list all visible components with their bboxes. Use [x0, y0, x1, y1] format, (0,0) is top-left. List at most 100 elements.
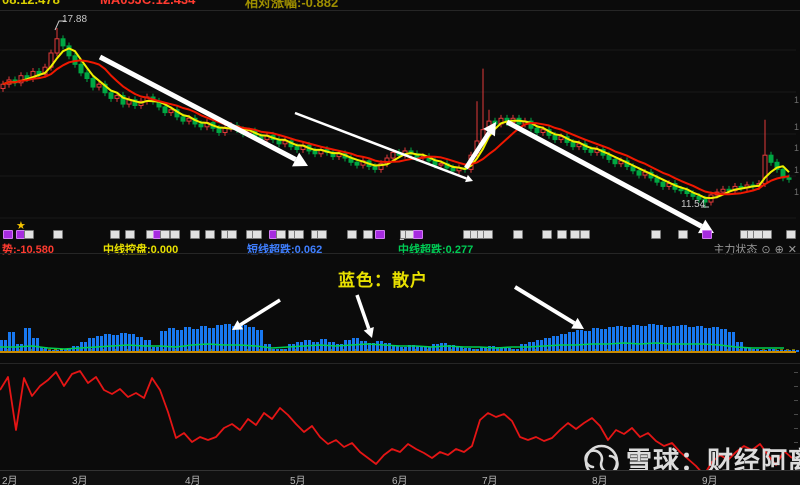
white-marker-icon[interactable]	[347, 230, 357, 239]
candle-body	[168, 109, 174, 114]
retail-bar	[676, 326, 679, 352]
month-axis: 2月 3月 4月 5月 6月 7月 8月 9月	[0, 470, 800, 485]
white-marker-icon[interactable]	[24, 230, 34, 239]
retail-bar	[720, 329, 723, 352]
trend-arrow	[98, 54, 297, 162]
retail-bar	[672, 326, 675, 352]
retail-bar	[520, 344, 523, 352]
candle-body	[390, 151, 396, 159]
trend-arrow	[355, 294, 371, 330]
white-marker-icon[interactable]	[317, 230, 327, 239]
candle-body	[66, 45, 72, 57]
white-marker-icon[interactable]	[227, 230, 237, 239]
white-marker-icon[interactable]	[651, 230, 661, 239]
retail-bar	[36, 338, 39, 352]
retail-bar	[604, 329, 607, 352]
trend-arrow	[513, 285, 576, 325]
retail-bar	[328, 342, 331, 352]
candle-body	[78, 63, 84, 74]
retail-bar	[588, 331, 591, 352]
white-marker-icon[interactable]	[580, 230, 590, 239]
candle-body	[354, 161, 360, 166]
white-marker-icon[interactable]	[190, 230, 200, 239]
white-marker-icon[interactable]	[252, 230, 262, 239]
bottom-axis-tick	[794, 414, 798, 415]
retail-bar	[228, 324, 231, 352]
purple-marker-icon[interactable]	[3, 230, 13, 239]
white-marker-icon[interactable]	[483, 230, 493, 239]
candle-body	[438, 163, 444, 166]
candle-body	[114, 95, 120, 99]
white-marker-icon[interactable]	[363, 230, 373, 239]
retail-bar	[728, 332, 731, 352]
white-marker-icon[interactable]	[205, 230, 215, 239]
candle-body	[90, 78, 96, 88]
top-info-bar: 08.12.478 MA05JC:12.434 相对涨幅:-0.882	[0, 0, 800, 10]
retail-bar	[708, 328, 711, 352]
retail-bar	[700, 326, 703, 352]
retail-bar	[660, 325, 663, 352]
retail-bar	[120, 333, 123, 352]
indicator-value-short-oversold: 短线超跌:0.062	[247, 244, 323, 256]
retail-bar	[316, 342, 319, 352]
white-marker-icon[interactable]	[542, 230, 552, 239]
blue-retail-annotation: 蓝色：散户	[338, 271, 428, 290]
candle-body	[678, 188, 684, 192]
retail-bar	[168, 328, 171, 352]
retail-bar	[220, 325, 223, 352]
candle-body	[216, 127, 222, 133]
month-label: 9月	[702, 476, 718, 485]
retail-bar	[128, 334, 131, 352]
white-marker-icon[interactable]	[786, 230, 796, 239]
retail-bar	[216, 325, 219, 352]
retail-bar	[196, 329, 199, 352]
purple-marker-icon[interactable]	[375, 230, 385, 239]
retail-bar	[24, 328, 27, 352]
purple-marker-icon[interactable]	[702, 230, 712, 239]
high-price-label: 17.88	[62, 14, 88, 25]
retail-bar	[32, 338, 35, 352]
retail-bar	[680, 325, 683, 352]
white-marker-icon[interactable]	[110, 230, 120, 239]
retail-bar	[564, 334, 567, 352]
white-marker-icon[interactable]	[160, 230, 170, 239]
month-label: 2月	[2, 476, 18, 485]
candle-body	[768, 154, 774, 163]
candle-body	[96, 83, 102, 88]
white-marker-icon[interactable]	[570, 230, 580, 239]
candle-body	[636, 170, 642, 176]
retail-bar	[576, 330, 579, 352]
candle-body	[552, 134, 558, 141]
candle-body	[540, 129, 546, 133]
top-bar-value-2: MA05JC:12.434	[100, 0, 195, 7]
white-marker-icon[interactable]	[557, 230, 567, 239]
retail-bar	[108, 334, 111, 352]
trend-arrow	[505, 119, 703, 229]
white-marker-icon[interactable]	[276, 230, 286, 239]
white-marker-icon[interactable]	[513, 230, 523, 239]
white-marker-icon[interactable]	[170, 230, 180, 239]
retail-bar	[104, 334, 107, 352]
white-marker-icon[interactable]	[294, 230, 304, 239]
retail-bar	[224, 324, 227, 352]
retail-bar	[628, 327, 631, 352]
indicator-value-trend: 势:-10.580	[2, 244, 54, 256]
white-marker-icon[interactable]	[678, 230, 688, 239]
retail-bar	[376, 341, 379, 352]
purple-marker-icon[interactable]	[413, 230, 423, 239]
retail-bar	[432, 344, 435, 352]
white-marker-icon[interactable]	[762, 230, 772, 239]
candle-body	[660, 181, 666, 187]
retail-bar	[96, 336, 99, 352]
retail-bar	[112, 335, 115, 352]
retail-bar	[192, 329, 195, 352]
trend-arrow	[239, 298, 281, 327]
retail-bar	[796, 350, 799, 352]
retail-bar	[444, 343, 447, 352]
retail-bar	[716, 327, 719, 352]
white-marker-icon[interactable]	[125, 230, 135, 239]
retail-bar	[380, 341, 383, 352]
top-bar-value-1: 08.12.478	[2, 0, 60, 7]
candle-body	[450, 167, 456, 172]
white-marker-icon[interactable]	[53, 230, 63, 239]
